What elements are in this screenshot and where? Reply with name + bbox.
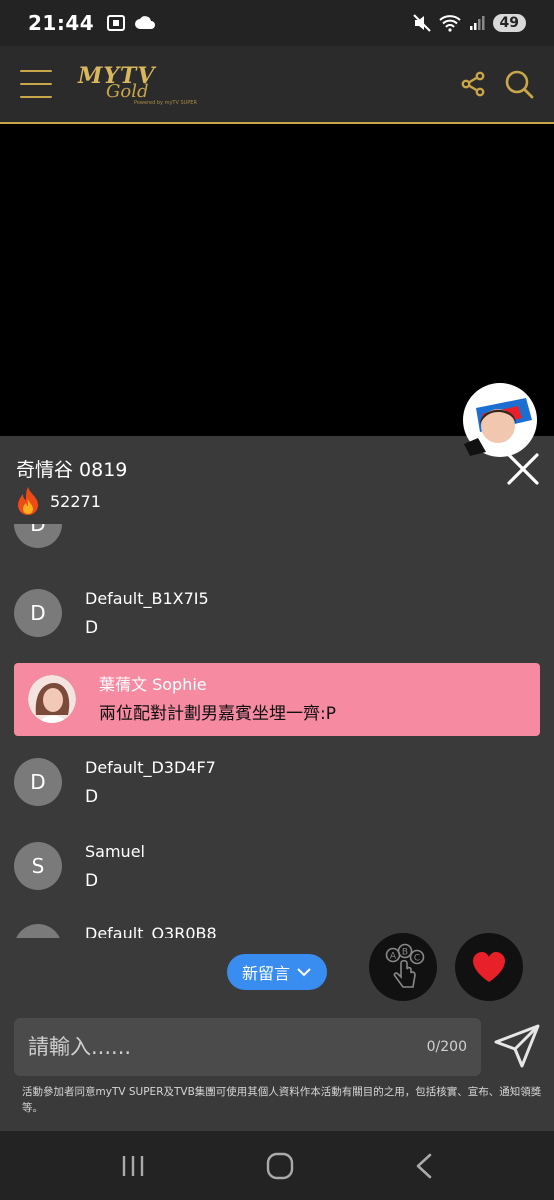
avatar: D [14,589,62,637]
chat-item-highlighted: 葉蒨文 Sophie 兩位配對計劃男嘉賓坐埋一齊:P [14,663,540,736]
status-bar: 21:44 49 [0,0,554,46]
chat-item: D Default_O3R0B8 [14,924,540,938]
cloud-icon [135,16,156,29]
chat-message: 兩位配對計劃男嘉賓坐埋一齊:P [99,704,336,724]
chat-message: D [85,618,99,638]
chat-item: D Default_B1X7I5 D [14,589,540,639]
close-icon[interactable] [505,451,541,487]
screenshot-icon [107,15,126,31]
abc-quiz-icon: A B C [385,943,425,988]
send-icon[interactable] [492,1022,542,1070]
chat-username: Default_D3D4F7 [85,758,216,777]
chat-username: 葉蒨文 Sophie [99,675,207,694]
comment-input[interactable] [28,1035,427,1059]
promo-sticker[interactable] [456,380,544,460]
avatar: D [14,758,62,806]
signal-icon [469,16,485,30]
popularity-counter: 52271 [14,486,101,516]
chat-username: Default_O3R0B8 [85,924,217,938]
logo-tag: Powered by myTV SUPER [134,99,197,106]
disclaimer-text: 活動參加者同意myTV SUPER及TVB集團可使用其個人資料作本活動有關目的之… [22,1086,542,1114]
avatar [28,675,76,723]
like-button[interactable] [455,933,523,1001]
logo: MYTV Gold Powered by myTV SUPER [78,63,197,106]
mute-icon [412,14,431,32]
search-icon[interactable] [504,69,534,99]
status-time: 21:44 [28,11,95,35]
chat-item: S Samuel D [14,842,540,892]
chevron-down-icon [297,968,311,977]
char-counter: 0/200 [426,1039,467,1055]
new-messages-button[interactable]: 新留言 [227,954,327,990]
chat-message: D [85,787,99,807]
chat-message: D [85,524,98,530]
svg-text:C: C [414,954,420,964]
back-icon[interactable] [413,1152,435,1180]
quiz-button[interactable]: A B C [369,933,437,1001]
comment-input-container: 0/200 [14,1018,481,1076]
chat-username: Samuel [85,842,145,861]
chat-item: D D [14,524,540,548]
chat-item: D Default_D3D4F7 D [14,758,540,808]
live-chat-panel: 奇情谷 0819 52271 D D D Defaul [0,383,554,1131]
heart-icon [473,952,505,982]
fire-count: 52271 [50,491,101,511]
svg-text:A: A [390,952,397,962]
recent-apps-icon[interactable] [119,1153,147,1179]
fire-icon [18,487,38,515]
avatar: D [14,924,62,938]
app-header: MYTV Gold Powered by myTV SUPER [0,46,554,124]
chat-message: D [85,871,99,891]
battery-indicator: 49 [492,14,526,32]
chat-username: Default_B1X7I5 [85,589,209,608]
wifi-icon [438,15,461,32]
share-icon[interactable] [460,71,486,97]
logo-sub: Gold [106,80,149,102]
show-title: 奇情谷 0819 [16,459,128,481]
home-icon[interactable] [265,1151,295,1181]
system-nav-bar [0,1131,554,1200]
avatar: S [14,842,62,890]
svg-text:B: B [402,948,408,958]
avatar: D [14,524,62,548]
menu-icon[interactable] [20,70,52,98]
new-messages-label: 新留言 [241,964,290,983]
chat-list[interactable]: D D D Default_B1X7I5 D 葉蒨文 Sophie 兩位配對計劃 [0,524,554,938]
